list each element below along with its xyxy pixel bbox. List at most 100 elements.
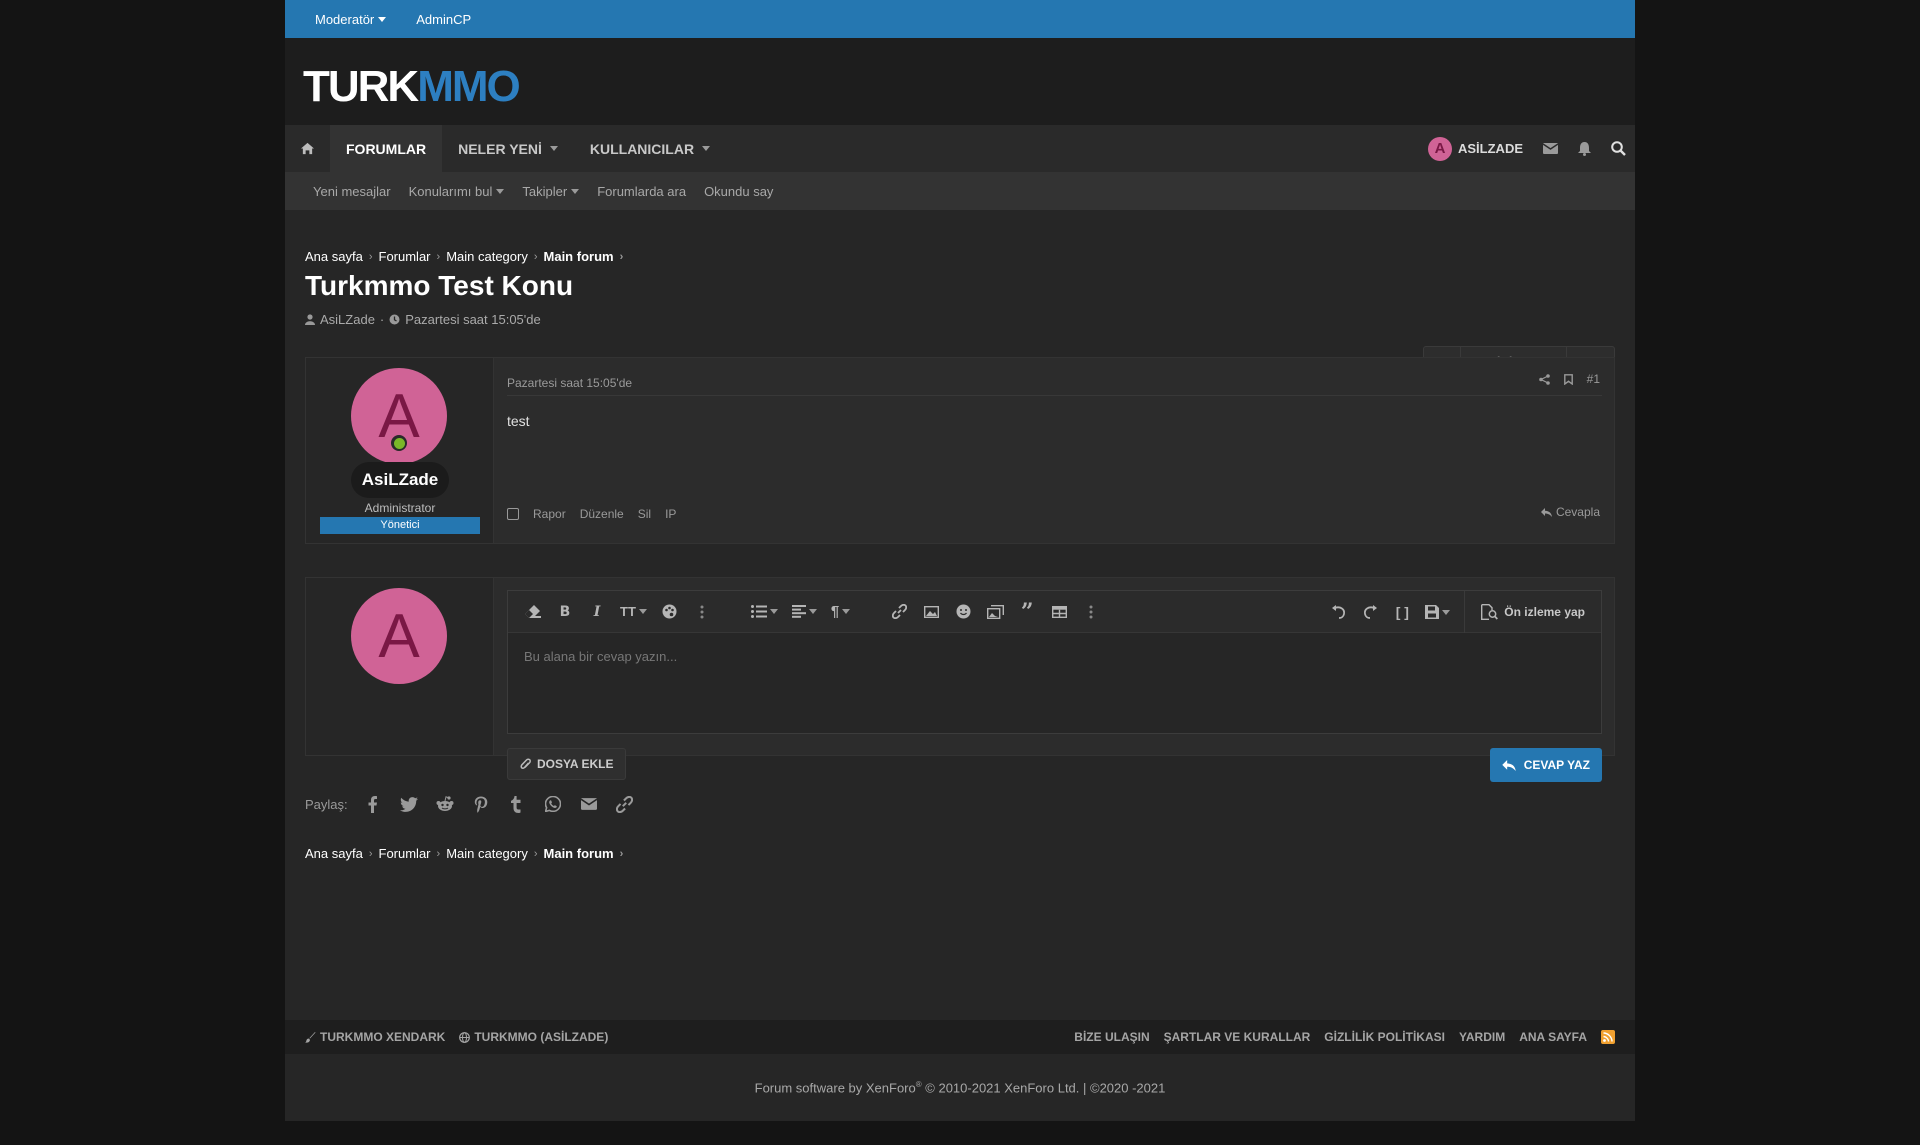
share-bar: Paylaş: xyxy=(305,793,636,815)
thread-author[interactable]: AsiLZade xyxy=(320,312,375,327)
subnav-search-forums[interactable]: Forumlarda ara xyxy=(597,184,686,199)
footer-link-home[interactable]: ANA SAYFA xyxy=(1519,1030,1587,1044)
avatar: A xyxy=(351,588,447,684)
more-vertical-icon[interactable] xyxy=(1082,603,1100,621)
twitter-icon[interactable] xyxy=(398,793,420,815)
paperclip-icon xyxy=(520,757,531,769)
subnav-watched[interactable]: Takipler xyxy=(522,184,580,199)
paragraph-icon: ¶ xyxy=(830,603,840,620)
italic-icon[interactable]: I xyxy=(588,603,606,621)
source-code-icon[interactable]: [ ] xyxy=(1393,603,1411,621)
footer-link-terms[interactable]: ŞARTLAR VE KURALLAR xyxy=(1164,1030,1311,1044)
tab-forums[interactable]: FORUMLAR xyxy=(330,125,443,172)
preview-button[interactable]: Ön izleme yap xyxy=(1464,591,1601,633)
breadcrumb-item[interactable]: Main forum › xyxy=(544,846,624,861)
table-icon[interactable] xyxy=(1050,603,1068,621)
quote-icon[interactable]: ” xyxy=(1018,599,1036,625)
delete-link[interactable]: Sil xyxy=(638,507,651,521)
post-user-panel: A AsiLZade Administrator Yönetici xyxy=(306,358,494,543)
attach-files-button[interactable]: DOSYA EKLE xyxy=(507,748,627,780)
post-date[interactable]: Pazartesi saat 15:05'de xyxy=(507,376,632,390)
inbox-button[interactable] xyxy=(1533,125,1567,172)
more-vertical-icon[interactable] xyxy=(693,603,711,621)
breadcrumb-item[interactable]: Main category › xyxy=(446,846,537,861)
search-icon xyxy=(1610,141,1626,156)
list-icon xyxy=(750,605,767,618)
breadcrumb-item[interactable]: Ana sayfa › xyxy=(305,846,373,861)
moderator-menu[interactable]: Moderatör xyxy=(315,12,387,27)
reply-label: Cevapla xyxy=(1555,505,1600,519)
chevron-right-icon: › xyxy=(619,250,624,263)
home-button[interactable] xyxy=(285,125,330,172)
search-button[interactable] xyxy=(1601,125,1635,172)
admincp-link[interactable]: AdminCP xyxy=(416,12,471,27)
link-icon[interactable] xyxy=(614,793,636,815)
chevron-down-icon xyxy=(496,188,505,194)
thread-meta: AsiLZade · Pazartesi saat 15:05'de xyxy=(305,312,541,327)
post-number[interactable]: #1 xyxy=(1587,372,1600,386)
paragraph-menu[interactable]: ¶ xyxy=(830,603,851,620)
reply-textarea[interactable]: Bu alana bir cevap yazın... xyxy=(524,649,677,664)
align-menu[interactable] xyxy=(791,605,817,618)
chevron-right-icon: › xyxy=(436,250,441,263)
subnav-find-threads[interactable]: Konularımı bul xyxy=(409,184,505,199)
post-reply-button[interactable]: CEVAP YAZ xyxy=(1489,748,1602,782)
ip-link[interactable]: IP xyxy=(665,507,676,521)
quick-reply: A B I TT ¶ ” [] Ön izleme yap Bu alana … xyxy=(305,577,1615,782)
tab-members[interactable]: KULLANICILAR xyxy=(574,125,726,172)
footer-left: TURKMMO XENDARK TURKMMO (ASİLZADE) xyxy=(285,1030,608,1044)
tab-whats-new[interactable]: NELER YENİ xyxy=(442,125,574,172)
breadcrumb-item[interactable]: Main forum › xyxy=(544,249,624,264)
subnav-find-threads-label: Konularımı bul xyxy=(408,183,493,199)
facebook-icon[interactable] xyxy=(362,793,384,815)
account-menu[interactable]: A ASİLZADE xyxy=(1418,136,1533,161)
select-post-checkbox[interactable] xyxy=(507,508,519,520)
copyright-prefix[interactable]: Forum software by XenForo xyxy=(755,1080,916,1095)
reply-link[interactable]: Cevapla xyxy=(1540,505,1600,519)
alerts-button[interactable] xyxy=(1567,125,1601,172)
subnav-new-posts[interactable]: Yeni mesajlar xyxy=(313,184,391,199)
language-chooser-label: TURKMMO (ASİLZADE) xyxy=(474,1030,609,1044)
bell-icon xyxy=(1577,141,1591,156)
subnav-mark-read[interactable]: Okundu say xyxy=(704,184,773,199)
footer-link-contact[interactable]: BİZE ULAŞIN xyxy=(1074,1030,1149,1044)
breadcrumb-label: Forumlar xyxy=(378,846,431,861)
reddit-icon[interactable] xyxy=(434,793,456,815)
media-icon[interactable] xyxy=(986,603,1004,621)
whatsapp-icon[interactable] xyxy=(542,793,564,815)
style-chooser-link[interactable]: TURKMMO XENDARK xyxy=(305,1030,445,1044)
breadcrumb-item[interactable]: Forumlar › xyxy=(379,846,441,861)
breadcrumb-item[interactable]: Ana sayfa › xyxy=(305,249,373,264)
clear-format-icon[interactable] xyxy=(524,603,542,621)
edit-link[interactable]: Düzenle xyxy=(580,507,624,521)
footer-link-help[interactable]: YARDIM xyxy=(1459,1030,1505,1044)
pinterest-icon[interactable] xyxy=(470,793,492,815)
email-icon[interactable] xyxy=(578,793,600,815)
tumblr-icon[interactable] xyxy=(506,793,528,815)
language-chooser-link[interactable]: TURKMMO (ASİLZADE) xyxy=(459,1030,608,1044)
footer-link-privacy[interactable]: GİZLİLİK POLİTİKASI xyxy=(1324,1030,1445,1044)
bookmark-icon[interactable] xyxy=(1563,373,1573,385)
smiley-icon[interactable] xyxy=(954,603,972,621)
breadcrumb-item[interactable]: Main category › xyxy=(446,249,537,264)
drafts-menu[interactable] xyxy=(1425,605,1451,619)
font-size-menu[interactable]: TT xyxy=(620,604,647,619)
palette-icon[interactable] xyxy=(661,603,679,621)
copyright-suffix: © 2010-2021 XenForo Ltd. | ©2020 -2021 xyxy=(921,1080,1166,1096)
redo-icon[interactable] xyxy=(1361,603,1379,621)
post-username[interactable]: AsiLZade xyxy=(351,462,449,498)
bold-icon[interactable]: B xyxy=(556,603,574,621)
report-link[interactable]: Rapor xyxy=(533,507,566,521)
undo-icon[interactable] xyxy=(1329,603,1347,621)
breadcrumb-label: Main category xyxy=(446,249,528,264)
chevron-down-icon xyxy=(549,146,558,151)
image-icon[interactable] xyxy=(922,603,940,621)
list-menu[interactable] xyxy=(750,605,778,618)
share-icon[interactable] xyxy=(1538,373,1550,385)
link-icon[interactable] xyxy=(890,603,908,621)
rss-icon[interactable] xyxy=(1601,1030,1615,1044)
breadcrumb-item[interactable]: Forumlar › xyxy=(379,249,441,264)
site-logo[interactable]: TURKMMO xyxy=(303,62,521,112)
thread-date[interactable]: Pazartesi saat 15:05'de xyxy=(405,312,540,327)
breadcrumb: Ana sayfa › Forumlar › Main category › Main… xyxy=(305,249,623,264)
